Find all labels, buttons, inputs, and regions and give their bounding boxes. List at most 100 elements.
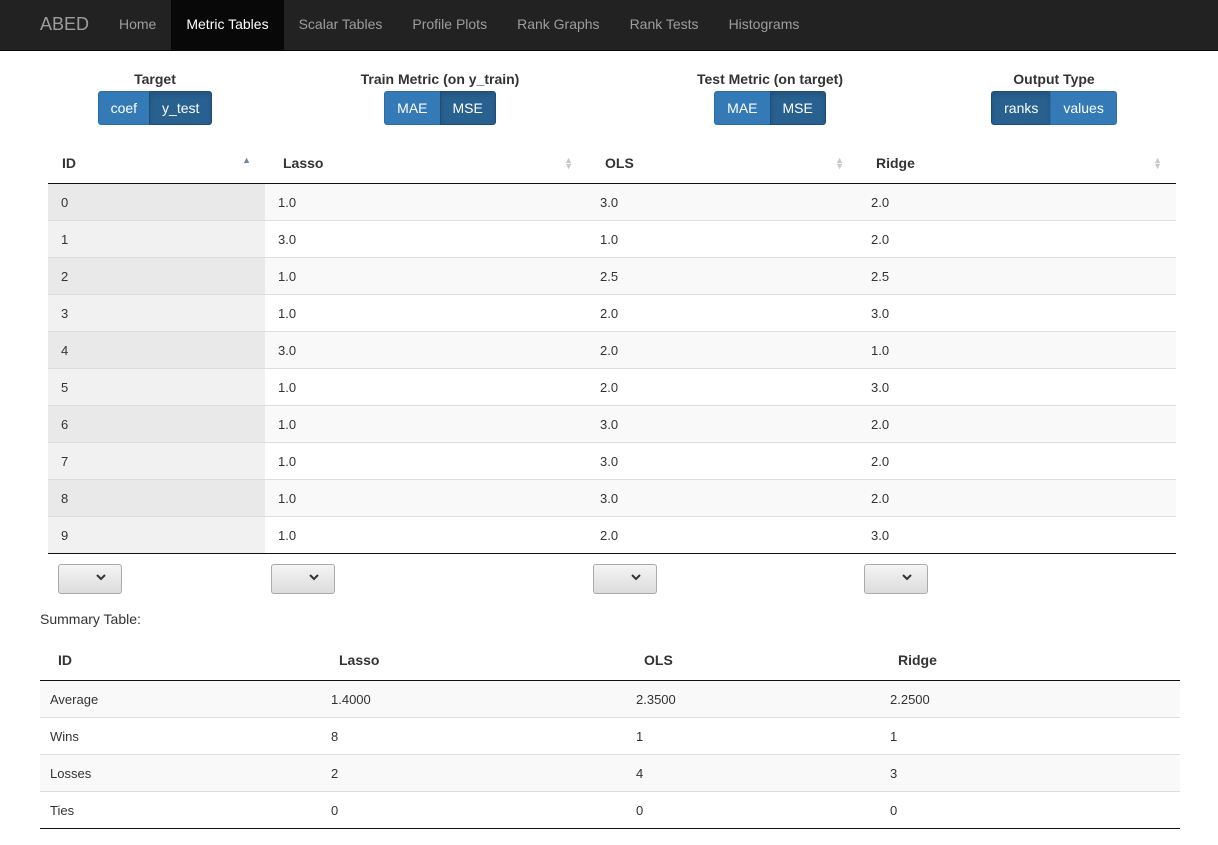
cell-ols: 3.0 [587, 479, 858, 517]
cell-lasso: 3.0 [265, 220, 587, 258]
summary-table: ID Lasso OLS Ridge Average 1.4000 2.3500… [40, 640, 1180, 829]
summary-header-id: ID [40, 640, 321, 681]
cell-ridge: 2.0 [858, 479, 1176, 517]
cell-ols: 1.0 [587, 220, 858, 258]
train-metric-control: Train Metric (on y_train) MAE MSE [340, 70, 540, 125]
nav-item-scalar-tables[interactable]: Scalar Tables [284, 0, 398, 50]
train-mae-button[interactable]: MAE [384, 91, 441, 125]
nav-item-home[interactable]: Home [104, 0, 171, 50]
header-id[interactable]: ID ▲ [44, 143, 265, 184]
cell-ridge: 3.0 [858, 294, 1176, 332]
target-y-test-button[interactable]: y_test [149, 91, 213, 125]
cell-ols: 2.0 [587, 294, 858, 332]
cell-id: 2 [40, 257, 265, 295]
cell-ridge: 2.0 [858, 405, 1176, 443]
train-metric-button-group: MAE MSE [384, 91, 496, 125]
cell-id: 1 [40, 220, 265, 258]
output-type-button-group: ranks values [991, 91, 1117, 125]
test-mae-button[interactable]: MAE [714, 91, 771, 125]
cell-lasso: 1.0 [265, 442, 587, 480]
filter-select-id[interactable] [58, 564, 122, 594]
cell-ridge: 3.0 [858, 516, 1176, 554]
table-row: 7 1.0 3.0 2.0 [40, 442, 1176, 480]
metric-table-header-row: ID ▲ Lasso ▲ ▼ OLS ▲ ▼ Ridge ▲ ▼ [44, 143, 1176, 184]
nav-item-profile-plots[interactable]: Profile Plots [397, 0, 502, 50]
test-metric-control: Test Metric (on target) MAE MSE [670, 70, 870, 125]
table-row: 9 1.0 2.0 3.0 [40, 516, 1176, 554]
cell-ridge: 2.5 [858, 257, 1176, 295]
cell-lasso: 1.0 [265, 294, 587, 332]
target-button-group: coef y_test [97, 91, 213, 125]
nav-menu: Home Metric Tables Scalar Tables Profile… [104, 0, 814, 50]
test-mse-button[interactable]: MSE [769, 91, 826, 125]
filter-select-ridge[interactable] [864, 564, 928, 594]
brand-logo[interactable]: ABED [40, 0, 89, 50]
output-type-control: Output Type ranks values [985, 70, 1123, 125]
filter-select-ols[interactable] [593, 564, 657, 594]
output-values-button[interactable]: values [1050, 91, 1117, 125]
summary-cell-label: Ties [40, 791, 321, 829]
summary-cell-lasso: 1.4000 [321, 680, 626, 718]
cell-lasso: 1.0 [265, 257, 587, 295]
summary-table-label: Summary Table: [40, 611, 141, 627]
header-ridge[interactable]: Ridge ▲ ▼ [858, 143, 1176, 184]
summary-cell-lasso: 0 [321, 791, 626, 829]
table-row: 1 3.0 1.0 2.0 [40, 220, 1176, 258]
summary-row: Losses 2 4 3 [40, 754, 1180, 792]
sort-icon: ▲ ▼ [1153, 155, 1162, 171]
nav-item-metric-tables[interactable]: Metric Tables [171, 0, 284, 50]
summary-row: Wins 8 1 1 [40, 717, 1180, 755]
nav-item-rank-tests[interactable]: Rank Tests [615, 0, 714, 50]
table-row: 3 1.0 2.0 3.0 [40, 294, 1176, 332]
table-row: 0 1.0 3.0 2.0 [40, 183, 1176, 221]
cell-id: 4 [40, 331, 265, 369]
output-type-label: Output Type [1013, 71, 1095, 87]
sort-icon: ▲ ▼ [835, 155, 844, 171]
filter-select-lasso[interactable] [271, 564, 335, 594]
metric-table: ID ▲ Lasso ▲ ▼ OLS ▲ ▼ Ridge ▲ ▼ 0 1.0 3.0 … [40, 143, 1176, 554]
navbar: ABED Home Metric Tables Scalar Tables Pr… [0, 0, 1218, 51]
summary-cell-lasso: 2 [321, 754, 626, 792]
cell-ridge: 2.0 [858, 183, 1176, 221]
cell-ols: 2.0 [587, 331, 858, 369]
cell-id: 5 [40, 368, 265, 406]
cell-id: 6 [40, 405, 265, 443]
test-metric-label: Test Metric (on target) [697, 71, 843, 87]
summary-header-ols: OLS [626, 640, 880, 681]
header-lasso-label: Lasso [283, 155, 324, 171]
summary-header-ridge: Ridge [880, 640, 1180, 681]
test-metric-button-group: MAE MSE [714, 91, 826, 125]
cell-ols: 3.0 [587, 183, 858, 221]
cell-ols: 2.0 [587, 368, 858, 406]
table-row: 8 1.0 3.0 2.0 [40, 479, 1176, 517]
nav-item-histograms[interactable]: Histograms [714, 0, 815, 50]
nav-item-rank-graphs[interactable]: Rank Graphs [502, 0, 614, 50]
target-control: Target coef y_test [97, 70, 213, 125]
table-row: 6 1.0 3.0 2.0 [40, 405, 1176, 443]
target-coef-button[interactable]: coef [97, 91, 151, 125]
chevron-down-icon [96, 574, 106, 581]
summary-cell-ridge: 1 [880, 717, 1180, 755]
cell-ridge: 2.0 [858, 442, 1176, 480]
cell-id: 8 [40, 479, 265, 517]
cell-ridge: 2.0 [858, 220, 1176, 258]
header-ols-label: OLS [605, 155, 634, 171]
output-ranks-button[interactable]: ranks [991, 91, 1052, 125]
summary-cell-label: Average [40, 680, 321, 718]
summary-cell-ols: 1 [626, 717, 880, 755]
chevron-down-icon [631, 574, 641, 581]
header-ols[interactable]: OLS ▲ ▼ [587, 143, 858, 184]
summary-cell-ols: 0 [626, 791, 880, 829]
sort-asc-icon: ▲ [242, 155, 251, 165]
chevron-down-icon [309, 574, 319, 581]
cell-id: 7 [40, 442, 265, 480]
cell-ols: 3.0 [587, 442, 858, 480]
cell-lasso: 1.0 [265, 479, 587, 517]
train-mse-button[interactable]: MSE [439, 91, 496, 125]
table-row: 5 1.0 2.0 3.0 [40, 368, 1176, 406]
summary-cell-ridge: 3 [880, 754, 1180, 792]
header-lasso[interactable]: Lasso ▲ ▼ [265, 143, 587, 184]
cell-ols: 2.5 [587, 257, 858, 295]
summary-cell-label: Wins [40, 717, 321, 755]
cell-id: 3 [40, 294, 265, 332]
